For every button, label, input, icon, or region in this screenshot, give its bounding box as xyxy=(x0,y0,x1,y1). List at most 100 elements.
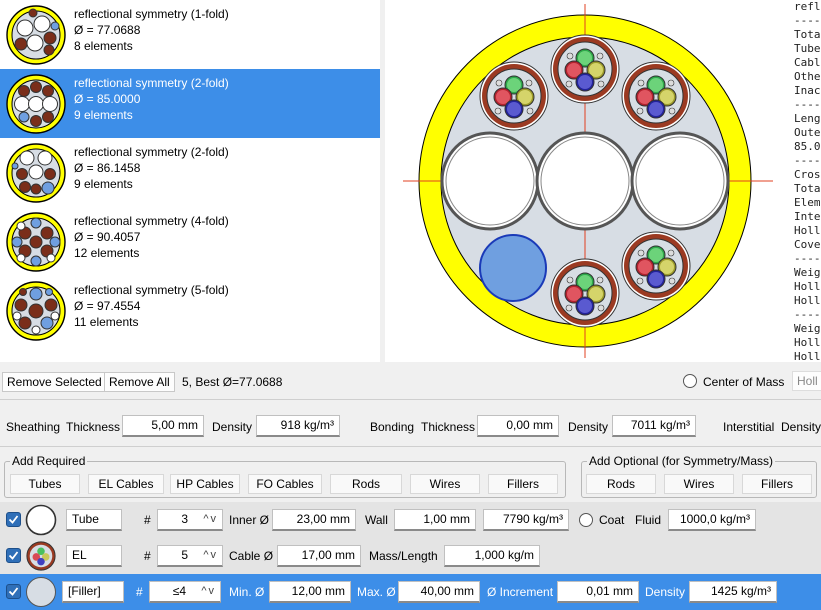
remove-selected-button[interactable]: Remove Selected xyxy=(2,372,107,392)
sheathing-density-label: Density xyxy=(212,420,253,434)
result-diameter: Ø = 77.0688 xyxy=(74,23,141,37)
el-cable-diameter-input[interactable]: 17,00 mm xyxy=(277,545,361,567)
interstitial-density-label: Density xyxy=(781,420,821,434)
report-line: Oute xyxy=(794,126,821,139)
result-name: reflectional symmetry (2-fold) xyxy=(74,76,229,90)
filler-max-diameter-input[interactable]: 40,00 mm xyxy=(398,581,480,603)
element-row-tube[interactable]: Tube # 3 ^v Inner Ø 23,00 mm Wall 1,00 m… xyxy=(0,502,821,538)
report-line: ---- xyxy=(794,252,821,265)
report-line: Holl xyxy=(794,280,821,293)
result-thumbnail xyxy=(6,143,66,203)
tube-wall-label: Wall xyxy=(365,513,388,527)
el-mass-length-input[interactable]: 1,000 kg/m xyxy=(444,545,540,567)
result-name: reflectional symmetry (1-fold) xyxy=(74,7,229,21)
cross-section-drawing xyxy=(403,4,773,358)
result-item-3[interactable]: reflectional symmetry (2-fold) Ø = 86.14… xyxy=(0,138,380,207)
element-row-el[interactable]: EL # 5 ^v Cable Ø 17,00 mm Mass/Length 1… xyxy=(0,538,821,574)
filler-name-input[interactable]: [Filler] xyxy=(62,581,124,603)
bonding-thickness-input[interactable]: 0,00 mm xyxy=(477,415,559,437)
result-diameter: Ø = 90.4057 xyxy=(74,230,141,244)
sheathing-label: Sheathing xyxy=(6,420,61,434)
report-line: ---- xyxy=(794,98,821,111)
result-elements: 9 elements xyxy=(74,177,133,191)
divider xyxy=(0,399,821,400)
tube-coat-checkbox[interactable] xyxy=(579,513,593,527)
element-row-filler[interactable]: [Filler] # ≤4 ^v Min. Ø 12,00 mm Max. Ø … xyxy=(0,574,821,610)
tube-wall-input[interactable]: 1,00 mm xyxy=(394,509,476,531)
filler-density-input[interactable]: 1425 kg/m³ xyxy=(689,581,777,603)
report-line: Cros xyxy=(794,168,821,181)
add-tubes-button[interactable]: Tubes xyxy=(10,474,80,494)
report-line: Weig xyxy=(794,322,821,335)
interstitial-label: Interstitial xyxy=(723,420,775,434)
filler-count-label: # xyxy=(136,585,143,599)
filler-increment-input[interactable]: 0,01 mm xyxy=(557,581,639,603)
bonding-density-label: Density xyxy=(568,420,609,434)
result-item-1[interactable]: reflectional symmetry (1-fold) Ø = 77.06… xyxy=(0,0,380,69)
add-optional-fillers-button[interactable]: Fillers xyxy=(742,474,812,494)
result-thumbnail xyxy=(6,5,66,65)
cross-section-view[interactable] xyxy=(385,0,788,362)
tube-icon xyxy=(25,504,57,536)
tube-count-label: # xyxy=(144,513,151,527)
remove-all-button[interactable]: Remove All xyxy=(104,372,175,392)
report-line: Weig xyxy=(794,266,821,279)
filler-min-diameter-input[interactable]: 12,00 mm xyxy=(269,581,351,603)
result-item-5[interactable]: reflectional symmetry (5-fold) Ø = 97.45… xyxy=(0,276,380,345)
report-line: ---- xyxy=(794,14,821,27)
center-of-mass-label: Center of Mass xyxy=(703,375,785,389)
tube-enabled-checkbox[interactable] xyxy=(6,512,21,527)
sheathing-density-input[interactable]: 918 kg/m³ xyxy=(256,415,340,437)
tube-fluid-density-input[interactable]: 1000,0 kg/m³ xyxy=(668,509,756,531)
filler-count-spinner[interactable]: ≤4 ^v xyxy=(149,581,221,603)
add-optional-rods-button[interactable]: Rods xyxy=(586,474,656,494)
add-optional-title: Add Optional (for Symmetry/Mass) xyxy=(587,454,776,468)
result-item-2[interactable]: reflectional symmetry (2-fold) Ø = 85.00… xyxy=(0,69,380,138)
el-count-spinner[interactable]: 5 ^v xyxy=(157,545,223,567)
spinner-arrows-icon[interactable]: ^v xyxy=(203,546,218,565)
filler-density-label: Density xyxy=(645,585,686,599)
report-line: Leng xyxy=(794,112,821,125)
add-fo-cables-button[interactable]: FO Cables xyxy=(248,474,322,494)
el-enabled-checkbox[interactable] xyxy=(6,548,21,563)
tube-name-input[interactable]: Tube xyxy=(66,509,122,531)
result-diameter: Ø = 85.0000 xyxy=(74,92,141,106)
add-hp-cables-button[interactable]: HP Cables xyxy=(170,474,240,494)
add-optional-wires-button[interactable]: Wires xyxy=(664,474,734,494)
add-required-title: Add Required xyxy=(10,454,88,468)
add-rods-button[interactable]: Rods xyxy=(330,474,402,494)
report-panel[interactable]: refl ---- Tota Tube Cabl Othe Inac ---- Leng Oute… xyxy=(788,0,821,362)
report-line: ---- xyxy=(794,308,821,321)
el-name-input[interactable]: EL xyxy=(66,545,122,567)
add-fillers-button[interactable]: Fillers xyxy=(488,474,558,494)
tube-count-value: 3 xyxy=(181,512,188,526)
result-list[interactable]: reflectional symmetry (1-fold) Ø = 77.06… xyxy=(0,0,380,362)
tube-density-input[interactable]: 7790 kg/m³ xyxy=(483,509,569,531)
filler-increment-label: Ø Increment xyxy=(487,585,554,599)
report-line: Tota xyxy=(794,28,821,41)
el-mass-length-label: Mass/Length xyxy=(369,549,438,563)
spinner-arrows-icon[interactable]: ^v xyxy=(201,582,216,601)
add-el-cables-button[interactable]: EL Cables xyxy=(88,474,164,494)
center-of-mass-checkbox[interactable] xyxy=(683,374,697,388)
report-line: refl xyxy=(794,0,821,13)
result-item-4[interactable]: reflectional symmetry (4-fold) Ø = 90.40… xyxy=(0,207,380,276)
sheathing-thickness-input[interactable]: 5,00 mm xyxy=(122,415,204,437)
spinner-arrows-icon[interactable]: ^v xyxy=(203,510,218,529)
add-wires-button[interactable]: Wires xyxy=(410,474,480,494)
result-elements: 12 elements xyxy=(74,246,140,260)
report-line: Tube xyxy=(794,42,821,55)
report-line: Holl xyxy=(794,224,821,237)
result-diameter: Ø = 97.4554 xyxy=(74,299,141,313)
report-line: Inte xyxy=(794,210,821,223)
hollow-button[interactable]: Holl xyxy=(792,371,821,391)
divider xyxy=(0,446,821,447)
filler-enabled-checkbox[interactable] xyxy=(6,584,21,599)
tube-count-spinner[interactable]: 3 ^v xyxy=(157,509,223,531)
el-count-value: 5 xyxy=(181,548,188,562)
tube-inner-diameter-input[interactable]: 23,00 mm xyxy=(272,509,356,531)
result-thumbnail xyxy=(6,74,66,134)
filler-max-diameter-label: Max. Ø xyxy=(357,585,396,599)
bonding-thickness-label: Thickness xyxy=(421,420,476,434)
bonding-density-input[interactable]: 7011 kg/m³ xyxy=(612,415,696,437)
